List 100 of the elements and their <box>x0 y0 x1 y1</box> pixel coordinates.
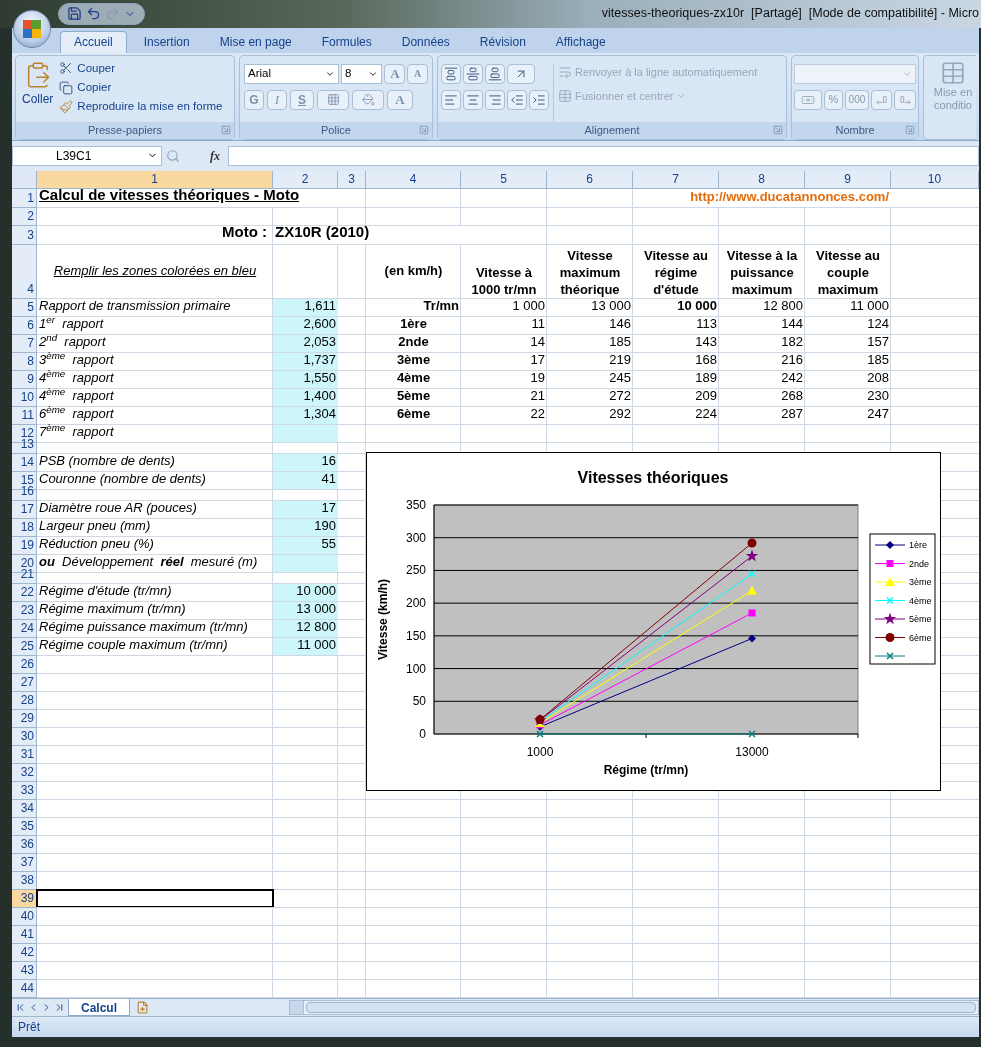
table-cell-text: 22 <box>530 405 545 424</box>
table-cell-text: 272 <box>609 387 631 406</box>
legend-label: 3ème <box>909 576 932 587</box>
table-cell-text: 168 <box>695 351 717 370</box>
tick-label: 100 <box>405 661 426 676</box>
table-cell-text: 1ère <box>400 315 427 334</box>
sheet-title: Calcul de vitesses théoriques - Moto <box>39 188 300 206</box>
axis-title: Régime (tr/mn) <box>603 762 689 777</box>
group-label: Alignement <box>584 122 640 138</box>
group-label: Nombre <box>835 122 875 138</box>
table-cell-text: Régime puissance maximum (tr/mn) <box>39 618 248 637</box>
column-heading: Vitesse maximum théorique <box>558 246 622 298</box>
tick-label: 50 <box>412 693 426 708</box>
tick-label: 300 <box>405 530 426 545</box>
table-cell-text: 2,053 <box>303 333 336 352</box>
tick-label: 1000 <box>526 744 554 759</box>
column-heading: Vitesse à 1000 tr/mn <box>470 263 538 298</box>
table-cell-text: 41 <box>321 470 336 489</box>
table-cell-text: 2nde <box>398 333 429 352</box>
table-cell-text: 216 <box>781 351 803 370</box>
table-cell-text: 1 000 <box>512 297 545 316</box>
table-cell-text: 1,304 <box>303 405 336 424</box>
table-cell-text: 55 <box>321 535 336 554</box>
table-cell-text: 19 <box>530 369 545 388</box>
table-cell-text: 16 <box>321 452 336 471</box>
table-cell-text: 5ème <box>396 387 431 406</box>
legend-label: 1ère <box>909 539 927 550</box>
table-cell-text: 10 000 <box>677 297 717 316</box>
table-cell-text: 12 800 <box>763 297 803 316</box>
table-cell-text: 12 800 <box>296 618 336 637</box>
table-cell-text: 245 <box>609 369 631 388</box>
table-cell-text: 3ème <box>396 351 431 370</box>
table-cell-text: 10 000 <box>296 582 336 601</box>
table-cell-text: 189 <box>695 369 717 388</box>
table-cell-text: ou Développement réel mesuré (m) <box>39 553 258 572</box>
column-heading: Vitesse au régime d'étude <box>642 246 710 298</box>
tick-label: 0 <box>419 726 426 741</box>
table-cell: 4$^{ème}$ rapport <box>39 368 114 388</box>
table-cell: 3$^{ème}$ rapport <box>39 350 114 370</box>
tick-label: 250 <box>405 563 426 578</box>
column-heading: (en km/h) <box>384 262 443 281</box>
table-cell-text: 11 000 <box>297 636 336 655</box>
table-cell: 4$^{ème}$ rapport <box>39 386 114 406</box>
table-cell-text: 1,550 <box>303 369 336 388</box>
tick-label: 13000 <box>735 744 769 759</box>
table-cell-text: 14 <box>530 333 545 352</box>
table-cell-text: Largeur pneu (mm) <box>39 517 151 536</box>
table-cell-text: 143 <box>695 333 717 352</box>
table-cell-text: 1,737 <box>303 351 336 370</box>
legend-label: 4ème <box>909 595 932 606</box>
table-cell-text: Moto : <box>222 222 267 243</box>
table-cell-text: 219 <box>609 351 631 370</box>
table-cell-text: 242 <box>781 369 803 388</box>
legend-label: 5ème <box>909 613 932 624</box>
window-title: vitesses-theoriques-zx10r [Partagé] [Mode de compatibilité] - Micro <box>601 5 980 23</box>
table-cell-text: 1,611 <box>304 297 336 316</box>
table-cell-text: 2,600 <box>303 315 336 334</box>
table-cell-text: 13 000 <box>296 600 336 619</box>
table-cell-text: 17 <box>321 499 336 518</box>
table-cell-text: 247 <box>867 405 889 424</box>
table-cell-text: PSB (nombre de dents) <box>39 452 175 471</box>
table-cell-text: 11 000 <box>850 297 889 316</box>
table-cell-text: Remplir les zones colorées en bleu <box>53 262 257 281</box>
table-cell-text: 17 <box>530 351 545 370</box>
tick-label: 150 <box>405 628 426 643</box>
table-cell-text: 4ème <box>396 369 431 388</box>
legend-label: 6ème <box>909 632 932 643</box>
table-cell-text: 144 <box>781 315 803 334</box>
table-cell-text: 113 <box>696 315 717 334</box>
legend-label: 2nde <box>909 558 930 569</box>
table-cell-text: 124 <box>867 315 889 334</box>
table-cell: 7$^{ème}$ rapport <box>39 422 114 442</box>
group-label: Presse-papiers <box>88 122 162 138</box>
table-cell-text: 287 <box>781 405 803 424</box>
table-cell-text: Couronne (nombre de dents) <box>39 470 206 489</box>
table-cell-text: 1,400 <box>303 387 336 406</box>
table-cell-text: 182 <box>781 333 803 352</box>
table-cell-text: Réduction pneu (%) <box>39 535 154 554</box>
table-cell-text: 21 <box>530 387 545 406</box>
tick-label: 350 <box>405 497 426 512</box>
table-cell-text: 190 <box>314 517 336 536</box>
chart-title: Vitesses théoriques <box>577 468 729 486</box>
table-cell-text: 292 <box>609 405 631 424</box>
table-cell-text: Régime couple maximum (tr/mn) <box>39 636 228 655</box>
table-cell-text: ZX10R (2010) <box>275 222 370 243</box>
table-cell-text: Rapport de transmission primaire <box>39 297 231 316</box>
tick-label: 200 <box>405 595 426 610</box>
table-cell-text: Diamètre roue AR (pouces) <box>39 499 197 518</box>
table-cell-text: 230 <box>867 387 889 406</box>
column-heading: Vitesse à la puissance maximum <box>725 246 799 298</box>
status-text: Prêt <box>18 1018 40 1036</box>
table-cell-text: Régime d'étude (tr/mn) <box>39 582 172 601</box>
group-label: Police <box>321 122 351 138</box>
table-cell-text: 208 <box>867 369 889 388</box>
table-cell-text: 6ème <box>396 405 431 424</box>
table-cell-text: 268 <box>781 387 803 406</box>
table-cell: 1$^{er}$ rapport <box>39 314 104 334</box>
axis-title: Vitesse (km/h) <box>376 578 390 660</box>
table-cell: 6$^{ème}$ rapport <box>39 404 114 424</box>
table-cell-text: Régime maximum (tr/mn) <box>39 600 186 619</box>
